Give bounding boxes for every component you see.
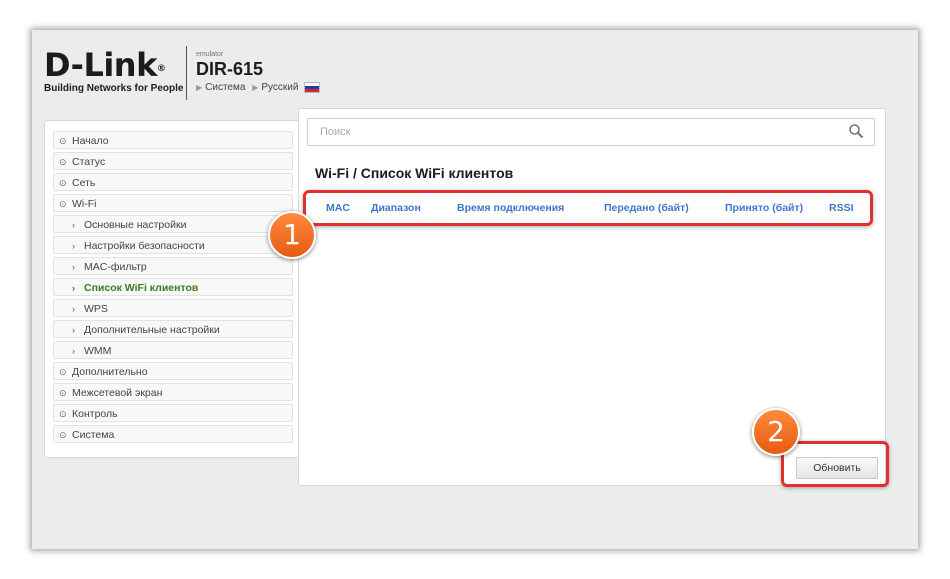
table-header-row: MAC Диапазон Время подключения Передано … [303,190,873,226]
circle-arrow-icon: ⊙ [59,367,67,377]
sidebar-item-wmm[interactable]: › WMM [53,341,293,359]
header: D-Link® Building Networks for People emu… [44,44,444,104]
sidebar-item-wifi[interactable]: ⊙ Wi-Fi [53,194,293,212]
arrow-icon: ▶ [196,83,203,93]
logo-tagline: Building Networks for People [44,83,184,94]
system-link[interactable]: Система [205,82,245,93]
model-name: DIR-615 [196,59,264,79]
chevron-right-icon: › [72,283,75,293]
column-header-band[interactable]: Диапазон [371,202,421,214]
sidebar-item-advanced[interactable]: ⊙ Дополнительно [53,362,293,380]
chevron-right-icon: › [72,304,75,314]
page-title: Wi-Fi / Список WiFi клиентов [315,165,514,181]
russian-flag-icon[interactable] [304,82,321,93]
circle-arrow-icon: ⊙ [59,136,67,146]
column-header-connection-time[interactable]: Время подключения [457,202,564,214]
circle-arrow-icon: ⊙ [59,178,67,188]
column-header-rssi[interactable]: RSSI [829,202,854,214]
sidebar-item-wps[interactable]: › WPS [53,299,293,317]
column-header-mac[interactable]: MAC [326,202,350,214]
chevron-right-icon: › [72,241,75,251]
language-link[interactable]: Русский [261,82,298,93]
dlink-logo[interactable]: D-Link® [44,48,166,82]
circle-arrow-icon: ⊙ [59,388,67,398]
refresh-button[interactable]: Обновить [796,457,878,479]
logo-divider [186,46,187,100]
annotation-badge-2: 2 [752,408,800,456]
sidebar-item-security-settings[interactable]: › Настройки безопасности [53,236,293,254]
emulator-label: emulator [196,51,224,58]
chevron-right-icon: › [72,262,75,272]
chevron-right-icon: › [72,220,75,230]
sidebar-item-mac-filter[interactable]: › MAC-фильтр [53,257,293,275]
column-header-sent[interactable]: Передано (байт) [604,202,689,214]
search-input[interactable]: Поиск [307,118,875,146]
sidebar-item-control[interactable]: ⊙ Контроль [53,404,293,422]
circle-arrow-down-icon: ⊙ [59,199,67,209]
search-placeholder: Поиск [320,126,351,138]
sidebar-item-status[interactable]: ⊙ Статус [53,152,293,170]
search-icon[interactable] [848,123,864,139]
sidebar-item-basic-settings[interactable]: › Основные настройки [53,215,293,233]
arrow-icon: ▶ [252,83,259,93]
chevron-right-icon: › [72,325,75,335]
circle-arrow-icon: ⊙ [59,409,67,419]
column-header-received[interactable]: Принято (байт) [725,202,803,214]
sidebar-item-advanced-wifi[interactable]: › Дополнительные настройки [53,320,293,338]
sidebar-item-home[interactable]: ⊙ Начало [53,131,293,149]
chevron-right-icon: › [72,346,75,356]
breadcrumb: ▶ Система ▶ Русский [196,82,321,93]
circle-arrow-icon: ⊙ [59,430,67,440]
circle-arrow-icon: ⊙ [59,157,67,167]
sidebar-item-network[interactable]: ⊙ Сеть [53,173,293,191]
sidebar-item-wifi-clients[interactable]: › Список WiFi клиентов [53,278,293,296]
sidebar-item-firewall[interactable]: ⊙ Межсетевой экран [53,383,293,401]
refresh-highlight: Обновить [781,441,889,487]
annotation-badge-1: 1 [268,211,316,259]
sidebar: ⊙ Начало ⊙ Статус ⊙ Сеть ⊙ Wi-Fi › Основные н… [44,120,300,458]
sidebar-item-system[interactable]: ⊙ Система [53,425,293,443]
